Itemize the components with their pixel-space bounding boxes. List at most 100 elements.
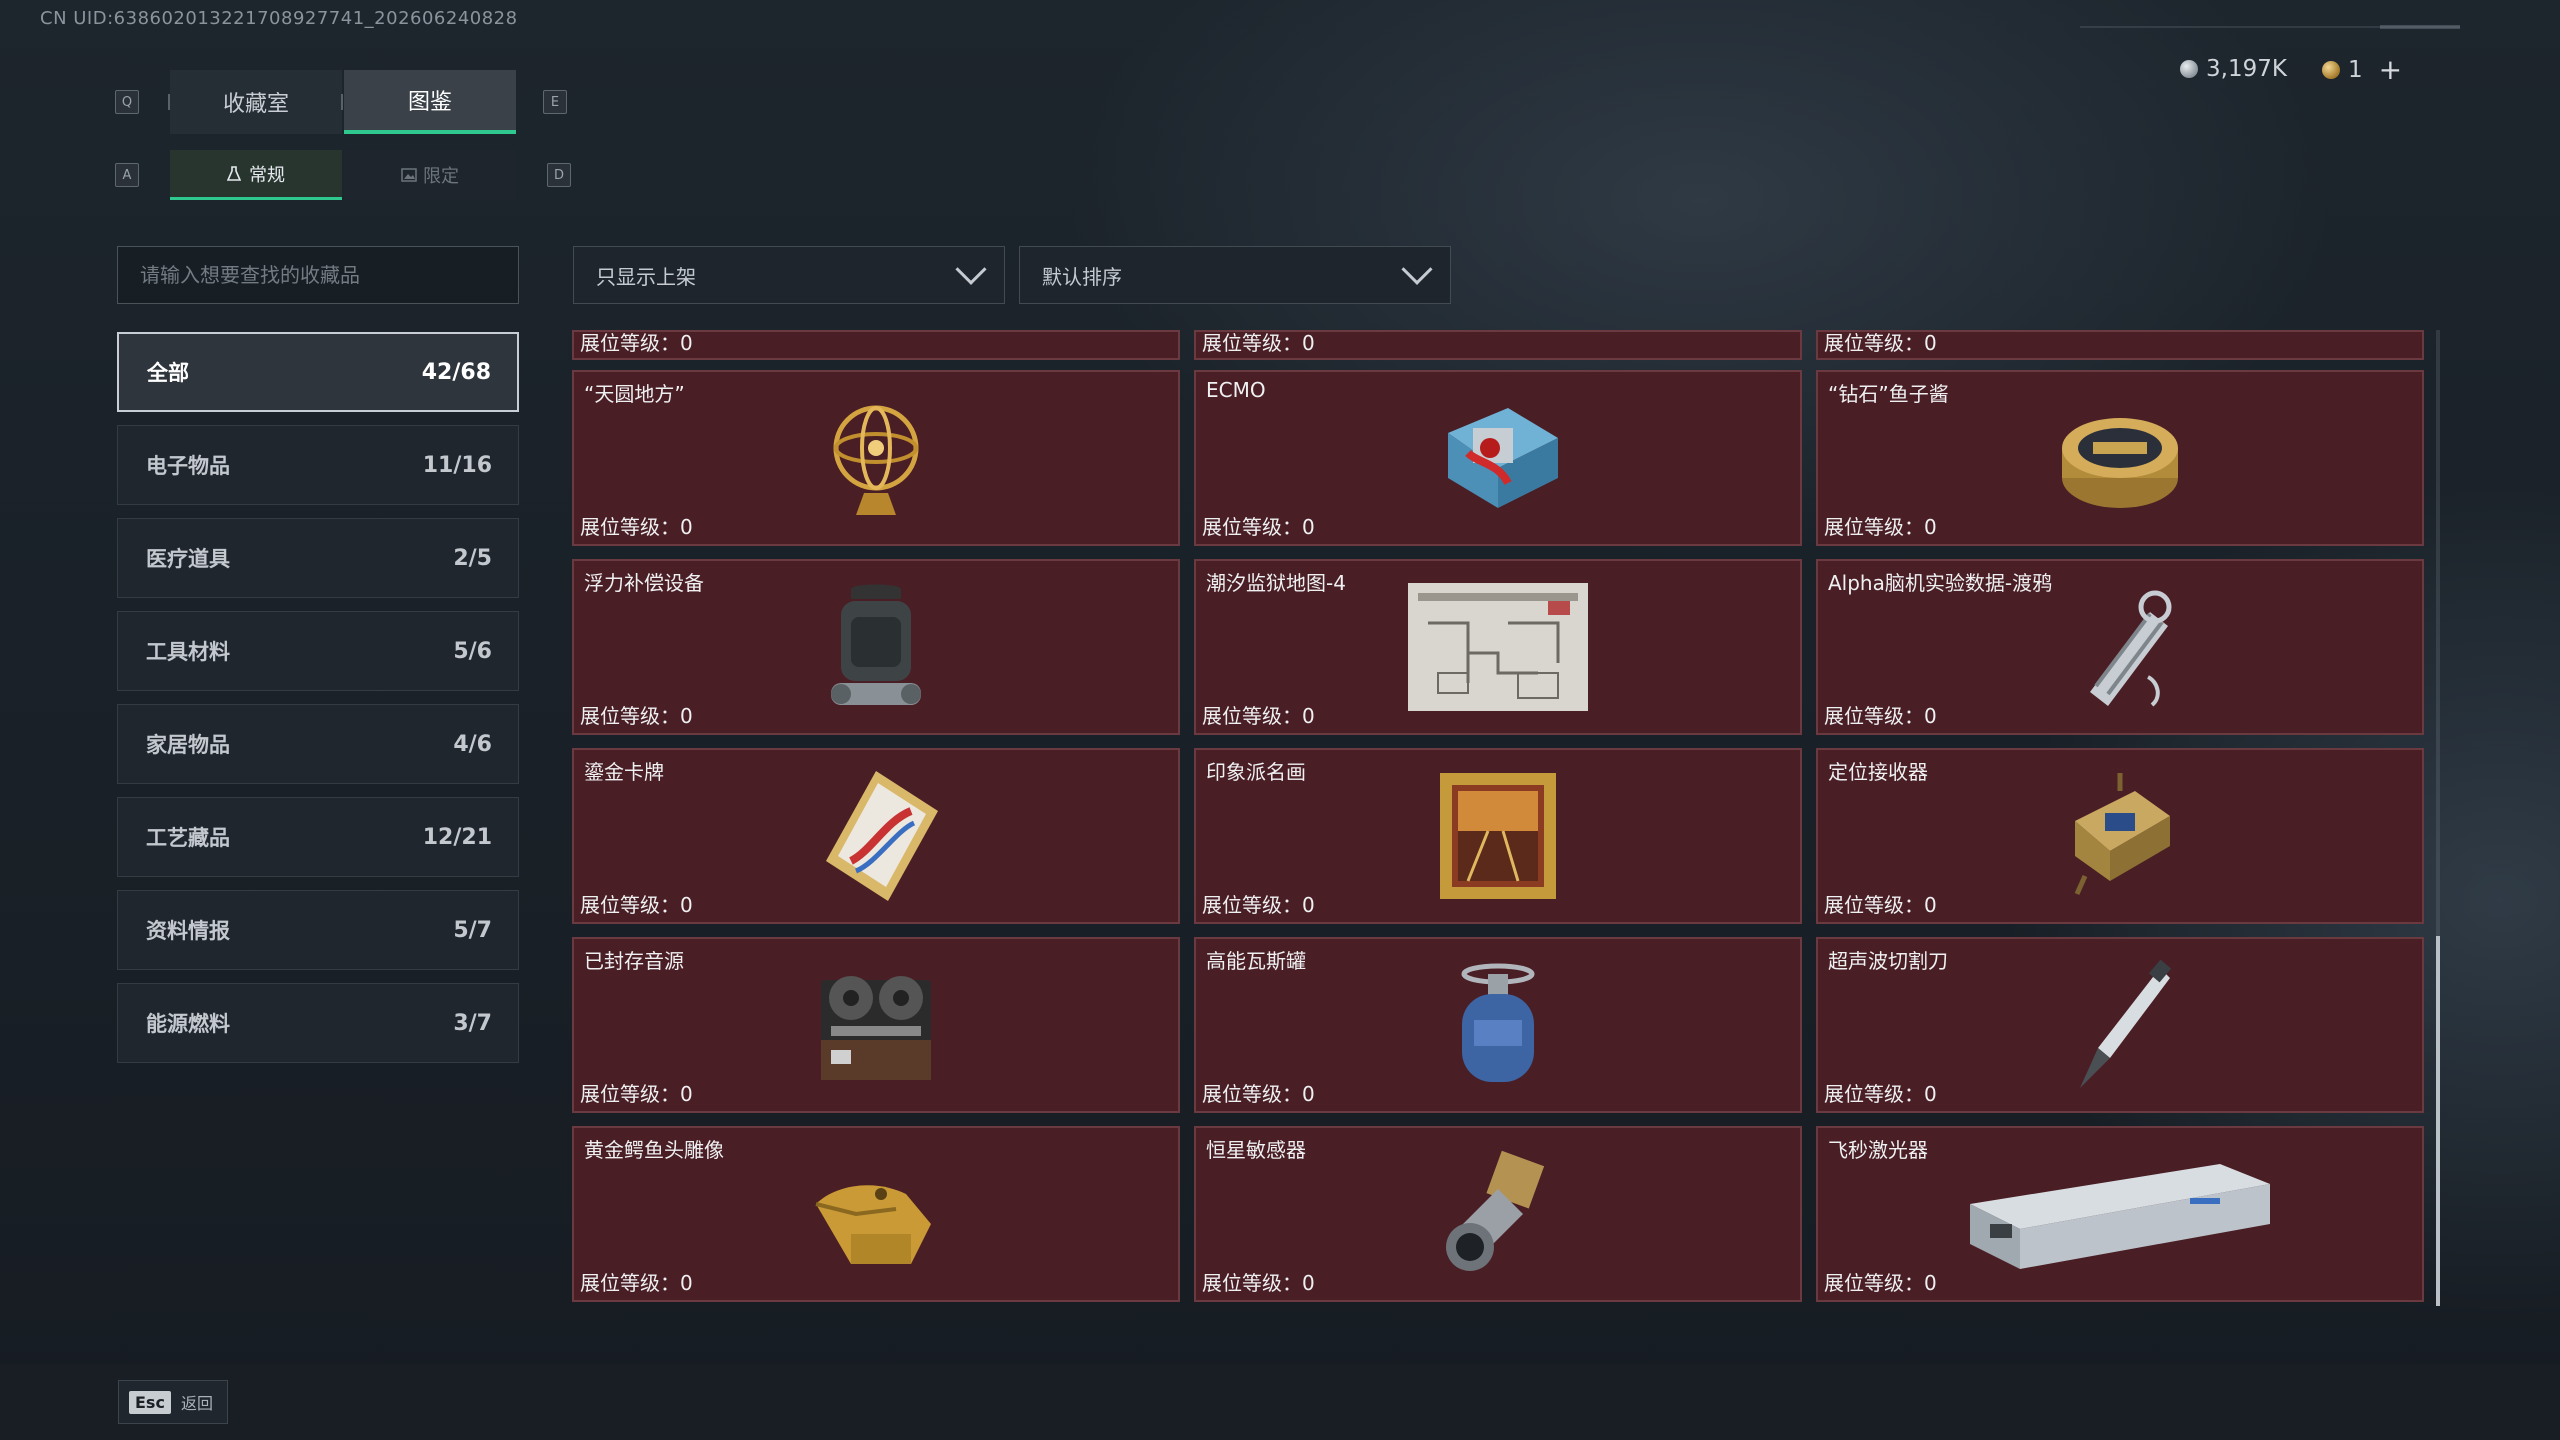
shelf-filter-dropdown[interactable]: 只显示上架 [573, 246, 1005, 304]
key-hint-d[interactable]: D [547, 163, 571, 187]
item-card-partial[interactable]: 展位等级：0 [1816, 330, 2424, 360]
search-input[interactable] [117, 246, 519, 304]
star-sensor-icon [1423, 1149, 1573, 1279]
key-hint-e[interactable]: E [543, 90, 567, 114]
category-label: 资料情报 [146, 919, 230, 943]
tab-limited-label: 限定 [423, 166, 459, 187]
category-label: 工具材料 [146, 640, 230, 664]
key-hint-a[interactable]: A [115, 163, 139, 187]
item-card-partial[interactable]: 展位等级：0 [572, 330, 1180, 360]
gold-crocodile-icon [801, 1149, 951, 1279]
category-all[interactable]: 全部 42/68 [117, 332, 519, 412]
item-card[interactable]: 潮汐监狱地图-4 展位等级：0 [1194, 559, 1802, 735]
item-card[interactable]: ECMO 展位等级：0 [1194, 370, 1802, 546]
category-household[interactable]: 家居物品 4/6 [117, 704, 519, 784]
item-name: 高能瓦斯罐 [1206, 949, 1306, 973]
category-count: 2/5 [453, 545, 492, 571]
item-level: 展位等级：0 [1202, 1271, 1315, 1295]
item-level: 展位等级：0 [1202, 893, 1315, 917]
item-card[interactable]: 浮力补偿设备 展位等级：0 [572, 559, 1180, 735]
image-icon [401, 167, 417, 183]
category-count: 5/7 [453, 917, 492, 943]
category-count: 42/68 [421, 359, 491, 385]
item-level: 展位等级：0 [1824, 331, 1937, 355]
category-energy[interactable]: 能源燃料 3/7 [117, 983, 519, 1063]
category-electronics[interactable]: 电子物品 11/16 [117, 425, 519, 505]
silver-amount: 3,197K [2206, 56, 2287, 82]
gold-coin-icon [2322, 61, 2340, 79]
grid-scrollbar-thumb[interactable] [2436, 936, 2440, 1306]
data-drive-icon [2045, 582, 2195, 712]
buoyancy-device-icon [801, 582, 951, 712]
add-currency-icon[interactable]: + [2379, 56, 2402, 84]
key-hint-q[interactable]: Q [115, 90, 139, 114]
item-level: 展位等级：0 [1824, 704, 1937, 728]
item-name: 已封存音源 [584, 949, 684, 973]
chevron-down-icon [955, 253, 987, 285]
category-label: 工艺藏品 [146, 826, 230, 850]
item-level: 展位等级：0 [580, 893, 693, 917]
item-card[interactable]: 超声波切割刀 展位等级：0 [1816, 937, 2424, 1113]
item-level: 展位等级：0 [1824, 1271, 1937, 1295]
item-name: 浮力补偿设备 [584, 571, 704, 595]
item-card[interactable]: 已封存音源 展位等级：0 [572, 937, 1180, 1113]
bottom-bar [0, 1364, 2560, 1440]
caviar-tin-icon [2045, 393, 2195, 523]
item-card[interactable]: 恒星敏感器 展位等级：0 [1194, 1126, 1802, 1302]
item-level: 展位等级：0 [1202, 1082, 1315, 1106]
tab-collection-room[interactable]: 收藏室 [170, 70, 342, 134]
tab-catalog[interactable]: 图鉴 [344, 70, 516, 134]
category-label: 家居物品 [146, 733, 230, 757]
item-name: 超声波切割刀 [1828, 949, 1948, 973]
item-card[interactable]: 定位接收器 展位等级：0 [1816, 748, 2424, 924]
category-tools[interactable]: 工具材料 5/6 [117, 611, 519, 691]
item-card[interactable]: “钻石”鱼子酱 展位等级：0 [1816, 370, 2424, 546]
sort-value: 默认排序 [1042, 264, 1122, 289]
item-card-partial[interactable]: 展位等级：0 [1194, 330, 1802, 360]
locator-receiver-icon [2045, 771, 2195, 901]
item-level: 展位等级：0 [1202, 331, 1315, 355]
tab-regular[interactable]: 常规 [170, 150, 342, 200]
category-count: 3/7 [453, 1010, 492, 1036]
item-grid: 展位等级：0 展位等级：0 展位等级：0 “天圆地方” 展位等级：0 ECMO [572, 330, 2428, 1304]
gas-canister-icon [1423, 960, 1573, 1090]
item-level: 展位等级：0 [580, 1271, 693, 1295]
item-name: 潮汐监狱地图-4 [1206, 571, 1346, 595]
item-name: 恒星敏感器 [1206, 1138, 1306, 1162]
category-count: 5/6 [453, 638, 492, 664]
item-name: Alpha脑机实验数据-渡鸦 [1828, 571, 2053, 595]
tab-limited[interactable]: 限定 [344, 150, 516, 200]
item-name: “钻石”鱼子酱 [1828, 382, 1949, 406]
item-level: 展位等级：0 [1824, 1082, 1937, 1106]
item-level: 展位等级：0 [580, 331, 693, 355]
tab-regular-label: 常规 [249, 164, 285, 186]
category-crafts[interactable]: 工艺藏品 12/21 [117, 797, 519, 877]
category-intel[interactable]: 资料情报 5/7 [117, 890, 519, 970]
player-uid: CN UID:638602013221708927741_20260624082… [40, 8, 518, 29]
item-level: 展位等级：0 [580, 1082, 693, 1106]
category-medical[interactable]: 医疗道具 2/5 [117, 518, 519, 598]
item-level: 展位等级：0 [1824, 515, 1937, 539]
item-level: 展位等级：0 [1202, 704, 1315, 728]
sort-dropdown[interactable]: 默认排序 [1019, 246, 1451, 304]
item-level: 展位等级：0 [1824, 893, 1937, 917]
category-label: 全部 [147, 361, 189, 385]
item-name: 定位接收器 [1828, 760, 1928, 784]
category-label: 医疗道具 [146, 547, 230, 571]
back-label: 返回 [180, 1394, 213, 1413]
item-card[interactable]: Alpha脑机实验数据-渡鸦 展位等级：0 [1816, 559, 2424, 735]
item-card[interactable]: “天圆地方” 展位等级：0 [572, 370, 1180, 546]
item-name: 印象派名画 [1206, 760, 1306, 784]
category-label: 能源燃料 [146, 1012, 230, 1036]
back-button[interactable]: Esc 返回 [118, 1380, 228, 1424]
item-name: 飞秒激光器 [1828, 1138, 1928, 1162]
gold-currency: 1 + [2322, 56, 2402, 84]
item-card[interactable]: 印象派名画 展位等级：0 [1194, 748, 1802, 924]
item-card[interactable]: 黄金鳄鱼头雕像 展位等级：0 [572, 1126, 1180, 1302]
shelf-filter-value: 只显示上架 [596, 264, 696, 289]
top-decoration-line [2080, 25, 2460, 29]
item-card[interactable]: 鎏金卡牌 展位等级：0 [572, 748, 1180, 924]
gold-amount: 1 [2348, 57, 2363, 83]
item-card[interactable]: 高能瓦斯罐 展位等级：0 [1194, 937, 1802, 1113]
item-card[interactable]: 飞秒激光器 展位等级：0 [1816, 1126, 2424, 1302]
